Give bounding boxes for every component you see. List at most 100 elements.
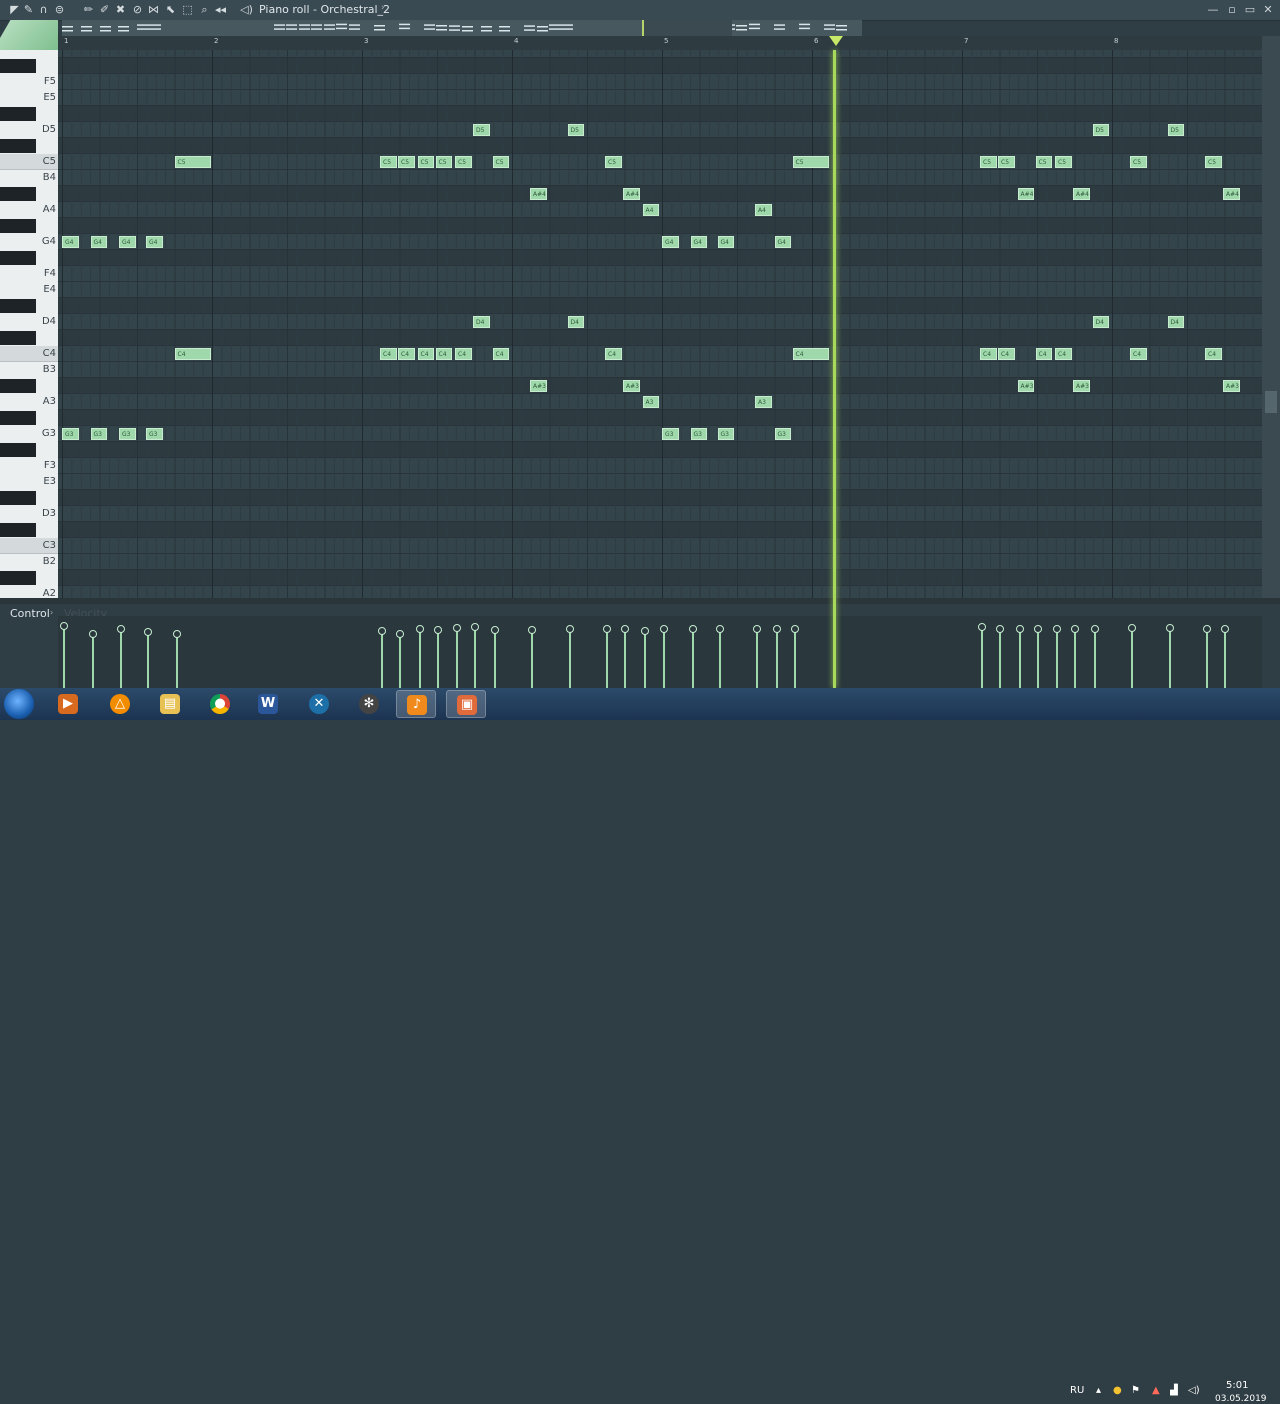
control-label[interactable]: Control	[10, 607, 50, 620]
velocity-bar[interactable]	[415, 625, 424, 688]
playhead[interactable]	[833, 50, 836, 688]
note[interactable]: G3	[62, 428, 79, 440]
note[interactable]: A3	[755, 396, 772, 408]
velocity-bar[interactable]	[144, 628, 152, 688]
note[interactable]: C5	[1055, 156, 1072, 168]
velocity-bar[interactable]	[1221, 624, 1229, 688]
note[interactable]: G4	[146, 236, 163, 248]
note[interactable]: C4	[174, 348, 211, 360]
vertical-scrollbar[interactable]	[1262, 36, 1280, 598]
taskbar-avast[interactable]: △	[100, 690, 140, 718]
close-icon[interactable]: ✕	[1260, 2, 1276, 17]
mute-icon[interactable]: ⊘	[131, 3, 144, 16]
note[interactable]: C4	[435, 348, 452, 360]
taskbar-presentation[interactable]: ▣	[446, 690, 486, 718]
velocity-handle[interactable]	[471, 623, 479, 632]
velocity-handle[interactable]	[621, 625, 629, 634]
note[interactable]: D4	[1092, 316, 1109, 328]
note[interactable]: C4	[998, 348, 1015, 360]
black-key[interactable]	[0, 299, 36, 313]
note[interactable]: C4	[398, 348, 415, 360]
note[interactable]: D4	[1167, 316, 1184, 328]
velocity-handle[interactable]	[1033, 624, 1042, 633]
velocity-handle[interactable]	[1128, 623, 1136, 632]
note[interactable]: A#4	[1073, 188, 1090, 200]
velocity-handle[interactable]	[978, 623, 986, 632]
note[interactable]: A#4	[530, 188, 547, 200]
velocity-bar[interactable]	[88, 629, 97, 688]
tray-expand-icon[interactable]: ▴	[1096, 1385, 1101, 1396]
note[interactable]: A#3	[1223, 380, 1240, 392]
black-key[interactable]	[0, 491, 36, 505]
language-indicator[interactable]: RU	[1070, 1385, 1084, 1396]
overview-view-window[interactable]	[642, 20, 732, 36]
security-icon[interactable]: ▲	[1152, 1385, 1160, 1396]
note[interactable]: D5	[473, 124, 490, 136]
velocity-bar[interactable]	[1071, 624, 1079, 688]
velocity-handle[interactable]	[996, 624, 1004, 633]
note[interactable]: C4	[792, 348, 829, 360]
velocity-handle[interactable]	[660, 625, 668, 634]
note[interactable]: C5	[1130, 156, 1147, 168]
magnet-icon[interactable]: ∩	[37, 3, 50, 16]
note[interactable]: C4	[605, 348, 622, 360]
playhead-marker-icon[interactable]	[829, 36, 843, 46]
note[interactable]: C5	[455, 156, 472, 168]
playback-icon[interactable]: ◂◂	[214, 3, 227, 16]
note[interactable]: C4	[1055, 348, 1072, 360]
taskbar-davinci[interactable]: ✻	[349, 690, 389, 718]
arrow-icon[interactable]: ◤	[8, 3, 21, 16]
velocity-handle[interactable]	[565, 625, 574, 634]
note[interactable]: D4	[473, 316, 490, 328]
draw-icon[interactable]: ✏	[82, 3, 95, 16]
volume-icon[interactable]: ◁)	[1188, 1385, 1200, 1396]
velocity-bar[interactable]	[378, 626, 386, 688]
note[interactable]: A#4	[1223, 188, 1240, 200]
vertical-scroll-thumb[interactable]	[1265, 391, 1277, 413]
note[interactable]: G3	[146, 428, 163, 440]
piano-keyboard[interactable]: F5 E5 D5 C5 B4 A4 G4 F4 E4 D4 C4 B3 A3 G3 F3 E3 D3 C3 B2 A2	[0, 50, 58, 598]
black-key[interactable]	[0, 571, 36, 585]
velocity-bar[interactable]	[117, 625, 125, 688]
flag-icon[interactable]: ⚑	[1131, 1385, 1140, 1396]
velocity-bar[interactable]	[490, 625, 499, 688]
velocity-bar[interactable]	[660, 625, 668, 688]
black-key[interactable]	[0, 59, 36, 73]
black-key[interactable]	[0, 219, 36, 233]
note[interactable]: G3	[90, 428, 107, 440]
velocity-handle[interactable]	[640, 627, 649, 636]
velocity-handle[interactable]	[117, 625, 125, 634]
taskbar-vpn-app[interactable]: ✕	[299, 690, 339, 718]
velocity-handle[interactable]	[603, 625, 611, 634]
note[interactable]: G3	[662, 428, 679, 440]
note[interactable]: C5	[398, 156, 415, 168]
pencil-icon[interactable]: ✎	[22, 3, 35, 16]
note[interactable]: G4	[119, 236, 136, 248]
note[interactable]: G3	[774, 428, 791, 440]
clock-date[interactable]: 03.05.2019	[1215, 1394, 1267, 1404]
velocity-handle[interactable]	[528, 625, 536, 634]
black-key[interactable]	[0, 443, 36, 457]
velocity-handle[interactable]	[88, 629, 97, 638]
black-key[interactable]	[0, 411, 36, 425]
black-key[interactable]	[0, 187, 36, 201]
note[interactable]: A4	[755, 204, 772, 216]
note[interactable]: D5	[567, 124, 584, 136]
paint-icon[interactable]: ✐	[98, 3, 111, 16]
restore-icon[interactable]: ▫	[1224, 2, 1240, 17]
note[interactable]: C5	[792, 156, 829, 168]
velocity-bar[interactable]	[60, 622, 68, 688]
velocity-bar[interactable]	[1203, 624, 1211, 688]
select-icon[interactable]: ⬉	[164, 3, 177, 16]
velocity-bar[interactable]	[1165, 623, 1174, 688]
velocity-handle[interactable]	[1090, 624, 1099, 633]
note[interactable]: D5	[1167, 124, 1184, 136]
note[interactable]: C5	[980, 156, 997, 168]
piano-roll-corner-tool[interactable]	[0, 20, 58, 50]
taskbar-media-player[interactable]: ▶	[48, 690, 88, 718]
maximize-icon[interactable]: ▭	[1242, 2, 1258, 17]
note[interactable]: D5	[1092, 124, 1109, 136]
taskbar-chrome[interactable]: ●	[200, 690, 240, 718]
note-grid[interactable]: G4 G4 G4 G4 G3 G3 G3 G3 C5 C4 C5 C5 C5 C5 C5 C5 C4 C4 C4 C4…	[58, 50, 1262, 598]
taskbar-word[interactable]: W	[248, 690, 288, 718]
